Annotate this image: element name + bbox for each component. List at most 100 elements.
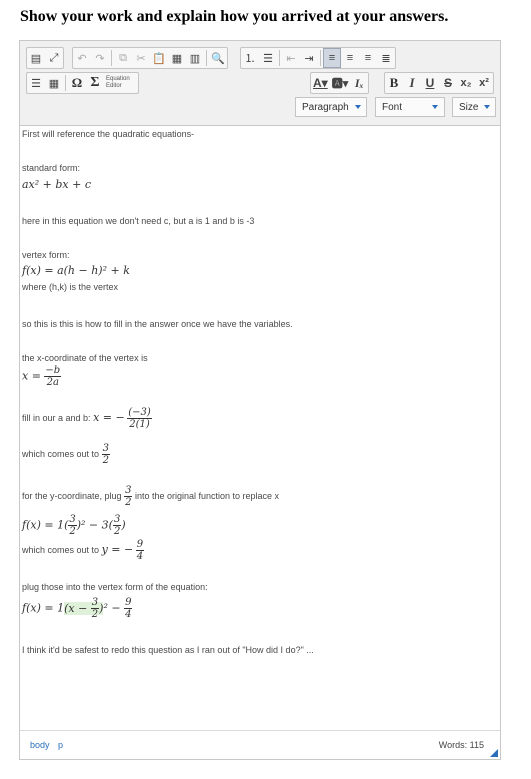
underline-button[interactable]: U (421, 73, 439, 93)
math-final-vertex-form: f(x) = 1(x − 3 2)² − 94 (22, 597, 133, 620)
cut-icon[interactable]: ✂ (132, 48, 150, 68)
editor-toolbar: ▤ ⤢ ↶ ↷ ⧉ ✂ 📋 ▦ ▥ 🔍 ⒈ ☰ ⇤ ⇥ ≡ ≡ ≡ ≣ ☰ ▦ … (20, 41, 500, 126)
denominator: 2 (91, 609, 99, 620)
line-text: fill in our a and b: (22, 412, 91, 423)
font-select[interactable]: Font (375, 97, 445, 117)
path-p[interactable]: p (58, 740, 63, 750)
paragraph-select[interactable]: Paragraph (295, 97, 367, 117)
clear-format-icon[interactable]: Iₓ (350, 73, 368, 93)
text-line: the x-coordinate of the vertex is (22, 353, 148, 363)
fraction: 3 2 (101, 443, 110, 466)
math-text: x = − (93, 410, 125, 424)
chevron-down-icon (432, 105, 438, 109)
text-line: here in this equation we don't need c, b… (22, 216, 255, 226)
italic-button[interactable]: I (403, 73, 421, 93)
chevron-down-icon (354, 105, 361, 109)
editor-statusbar: body p Words: 115 (20, 730, 500, 759)
format-group: B I U S x₂ x² (384, 72, 494, 94)
numerator: 9 (135, 539, 145, 551)
resize-handle[interactable] (490, 749, 498, 757)
outdent-icon[interactable]: ⇤ (282, 48, 300, 68)
numerator: (−3) (127, 407, 152, 419)
math-text: y = − (101, 542, 134, 556)
strikethrough-button[interactable]: S (439, 73, 457, 93)
text-line: fill in our a and b: x = − (−3) 2(1) (22, 407, 152, 430)
word-count: Words: 115 (438, 740, 484, 750)
text-color-icon[interactable]: A▾ (311, 73, 330, 93)
math-substitution: f(x) = 1(3 2)² − 3(3 2) (22, 514, 126, 537)
align-justify-icon[interactable]: ≣ (377, 48, 395, 68)
align-right-icon[interactable]: ≡ (359, 48, 377, 68)
denominator: 2(1) (129, 419, 150, 430)
line-text: which comes out to (22, 448, 100, 459)
edit-group: ↶ ↷ ⧉ ✂ 📋 ▦ ▥ 🔍 (72, 47, 228, 69)
question-prompt: Show your work and explain how you arriv… (20, 8, 449, 25)
fraction: 94 (124, 597, 133, 620)
background-color-icon[interactable]: 🅰▾ (330, 73, 351, 93)
fraction: (−3) 2(1) (127, 407, 152, 430)
fullscreen-icon[interactable]: ⤢ (45, 48, 63, 68)
special-char-icon[interactable]: Ω (68, 73, 86, 93)
math-text: ² − (103, 601, 121, 615)
equation-editor-button[interactable]: Equation Editor (104, 73, 138, 93)
align-center-icon[interactable]: ≡ (341, 48, 359, 68)
redo-icon[interactable]: ↷ (91, 48, 109, 68)
text-line: standard form: (22, 163, 81, 173)
paragraph-select-label: Paragraph (302, 101, 349, 113)
text-line: which comes out to y = − 9 4 (22, 539, 145, 562)
superscript-button[interactable]: x² (475, 73, 493, 93)
paste-text-icon[interactable]: ▦ (168, 48, 186, 68)
line-text: for the y-coordinate, plug (22, 490, 122, 501)
path-body[interactable]: body (30, 740, 50, 750)
bulleted-list-icon[interactable]: ☰ (259, 48, 277, 68)
denominator: 4 (125, 609, 132, 620)
subscript-button[interactable]: x₂ (457, 73, 475, 93)
math-text: (x − (64, 601, 88, 615)
size-select[interactable]: Size (452, 97, 496, 117)
table-icon[interactable]: ▦ (45, 73, 63, 93)
numerator: 3 (124, 485, 133, 497)
list-group: ⒈ ☰ ⇤ ⇥ ≡ ≡ ≡ ≣ (240, 47, 396, 69)
math-text: )² − 3( (76, 518, 113, 532)
find-icon[interactable]: 🔍 (209, 48, 227, 68)
size-select-label: Size (459, 101, 479, 113)
copy-icon[interactable]: ⧉ (114, 48, 132, 68)
numerator: 3 (90, 597, 100, 609)
numerator: 3 (68, 514, 77, 526)
math-text: x = (22, 369, 41, 383)
color-group: A▾ 🅰▾ Iₓ (310, 72, 370, 94)
numbered-list-icon[interactable]: ⒈ (241, 48, 259, 68)
horizontal-rule-icon[interactable]: ☰ (27, 73, 45, 93)
sigma-icon[interactable]: Σ (86, 73, 104, 93)
denominator: 2a (46, 377, 59, 388)
text-line: for the y-coordinate, plug 3 2 into the … (22, 485, 279, 508)
text-line: First will reference the quadratic equat… (22, 129, 195, 139)
denominator: 2 (102, 455, 109, 466)
text-line: so this is this is how to fill in the an… (22, 319, 293, 329)
paste-word-icon[interactable]: ▥ (186, 48, 204, 68)
paste-icon[interactable]: 📋 (150, 48, 168, 68)
text-line: I think it'd be safest to redo this ques… (22, 645, 314, 655)
source-icon[interactable]: ▤ (27, 48, 45, 68)
align-left-icon[interactable]: ≡ (323, 48, 341, 68)
element-path: body p (30, 740, 69, 750)
undo-icon[interactable]: ↶ (73, 48, 91, 68)
math-vertex-form: f(x) = a(h − h)² + k (22, 264, 130, 277)
math-text: f(x) = 1( (22, 518, 69, 532)
line-text: into the original function to replace x (134, 490, 280, 501)
rich-text-editor[interactable]: ▤ ⤢ ↶ ↷ ⧉ ✂ 📋 ▦ ▥ 🔍 ⒈ ☰ ⇤ ⇥ ≡ ≡ ≡ ≣ ☰ ▦ … (19, 40, 501, 760)
numerator: −b (44, 365, 62, 377)
math-text: ) (121, 518, 126, 532)
highlighted-term: (x − 3 2) (64, 597, 104, 620)
fraction: 32 (90, 597, 100, 620)
bold-button[interactable]: B (385, 73, 403, 93)
fraction: −b 2a (44, 365, 62, 388)
numerator: 3 (101, 443, 110, 455)
denominator: 2 (125, 497, 132, 508)
denominator: 4 (136, 551, 144, 562)
numerator: 9 (124, 597, 133, 609)
text-line: vertex form: (22, 250, 70, 260)
indent-icon[interactable]: ⇥ (300, 48, 318, 68)
math-text: f(x) = 1 (22, 601, 65, 615)
denominator: 2 (69, 526, 76, 537)
